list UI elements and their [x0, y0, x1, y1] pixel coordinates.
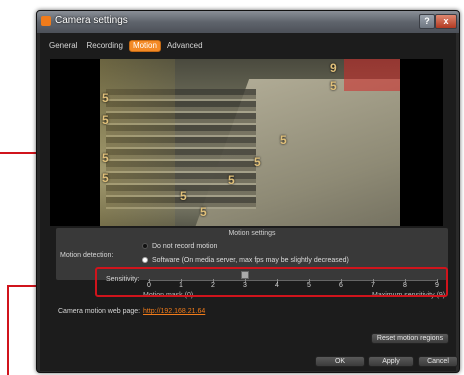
tab-motion[interactable]: Motion — [128, 40, 161, 52]
radio-on-icon[interactable] — [142, 257, 148, 264]
sensitivity-tick-label: 0 — [147, 282, 151, 289]
radio-label: Software (On media server, max fps may b… — [152, 257, 349, 264]
tab-general[interactable]: General — [46, 40, 80, 52]
reset-motion-regions-button[interactable]: Reset motion regions — [371, 333, 449, 344]
ok-button[interactable]: OK — [315, 356, 365, 367]
sensitivity-tick-label: 4 — [275, 282, 279, 289]
web-page-label: Camera motion web page: — [58, 308, 141, 315]
grid-number: 5 — [280, 133, 287, 147]
sensitivity-tick-label: 6 — [339, 282, 343, 289]
callout-line-sensitivity-v — [7, 285, 9, 375]
dialog-body: General Recording Motion Advanced 5 5 9 … — [40, 33, 456, 371]
motion-detection-label: Motion detection: — [60, 252, 114, 259]
window-title: Camera settings — [55, 15, 128, 26]
camera-preview-image[interactable]: 5 5 9 5 5 5 5 5 5 5 5 — [100, 59, 400, 226]
tab-advanced[interactable]: Advanced — [164, 40, 206, 52]
radio-do-not-record[interactable]: Do not record motion — [142, 243, 217, 250]
grid-number: 5 — [180, 189, 187, 203]
radio-label: Do not record motion — [152, 243, 218, 250]
sensitivity-tick-label: 7 — [371, 282, 375, 289]
sensitivity-tick-label: 2 — [211, 282, 215, 289]
motion-video-area[interactable]: 5 5 9 5 5 5 5 5 5 5 5 — [50, 59, 443, 226]
grid-number: 5 — [102, 113, 109, 127]
sensitivity-tick-label: 1 — [179, 282, 183, 289]
grid-number: 5 — [102, 151, 109, 165]
motion-mask-band — [100, 59, 175, 226]
sensitivity-tick-label: 8 — [403, 282, 407, 289]
camera-app-icon — [41, 16, 51, 26]
grid-number: 5 — [330, 79, 337, 93]
grid-number: 5 — [102, 91, 109, 105]
radio-software[interactable]: Software (On media server, max fps may b… — [142, 257, 349, 264]
tab-bar: General Recording Motion Advanced — [46, 40, 206, 53]
web-page-link[interactable]: http://192.168.21.64 — [143, 308, 205, 315]
camera-settings-window: Camera settings ? x General Recording Mo… — [36, 10, 460, 373]
sensitivity-tick-label: 9 — [435, 282, 439, 289]
grid-number: 5 — [228, 173, 235, 187]
screenshot-stage: Camera settings ? x General Recording Mo… — [0, 0, 464, 375]
help-button[interactable]: ? — [419, 14, 435, 29]
motion-settings-title: Motion settings — [228, 230, 276, 237]
title-bar[interactable]: Camera settings ? x — [37, 11, 459, 33]
sensitivity-tick-label: 3 — [243, 282, 247, 289]
motion-region-red — [344, 59, 400, 91]
grid-number: 5 — [200, 205, 207, 219]
close-button[interactable]: x — [435, 14, 457, 29]
cancel-button[interactable]: Cancel — [418, 356, 458, 367]
grid-number: 9 — [330, 61, 337, 75]
radio-off-icon[interactable] — [142, 243, 148, 250]
sensitivity-tick-label: 5 — [307, 282, 311, 289]
grid-number: 5 — [102, 171, 109, 185]
apply-button[interactable]: Apply — [368, 356, 414, 367]
grid-number: 5 — [254, 155, 261, 169]
tab-recording[interactable]: Recording — [83, 40, 125, 52]
